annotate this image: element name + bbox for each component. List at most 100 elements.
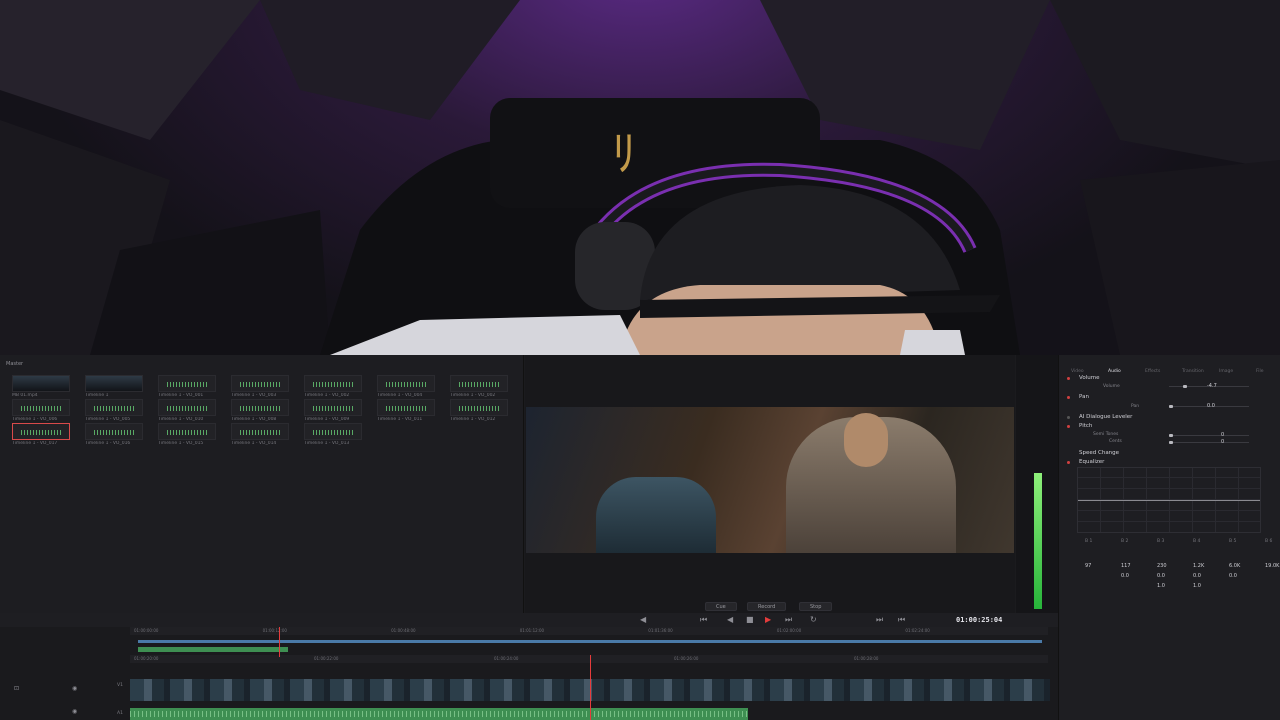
semitones-slider[interactable] bbox=[1169, 434, 1249, 437]
jump-end-icon[interactable]: ⏭ bbox=[785, 615, 792, 625]
clip-label: Timeline 1 - VO_002 bbox=[450, 393, 496, 398]
audio-clip-thumbnail[interactable] bbox=[12, 399, 70, 416]
audio-clip-thumbnail[interactable] bbox=[377, 399, 435, 416]
audio-clip-thumbnail[interactable] bbox=[231, 375, 289, 392]
eq-frequency-value[interactable]: 117 bbox=[1121, 563, 1131, 569]
audio-clip-thumbnail[interactable] bbox=[304, 399, 362, 416]
eq-gain-value[interactable]: 0.0 bbox=[1157, 573, 1165, 579]
ruler-tick-label: 01:00:00:00 bbox=[134, 628, 159, 633]
audio-clip-thumbnail[interactable] bbox=[158, 399, 216, 416]
waveform-icon bbox=[167, 430, 207, 435]
semitones-knob[interactable] bbox=[1169, 434, 1173, 437]
audio-clip-thumbnail[interactable] bbox=[231, 399, 289, 416]
playhead-upper[interactable] bbox=[279, 627, 280, 657]
tab-effects[interactable]: Effects bbox=[1145, 369, 1160, 374]
eq-q-value[interactable]: 1.0 bbox=[1193, 583, 1201, 589]
volume-value[interactable]: -4.7 bbox=[1207, 383, 1217, 389]
equalizer-graph[interactable] bbox=[1077, 467, 1261, 533]
media-pool-title: Master bbox=[6, 361, 24, 367]
audio-waveform bbox=[130, 711, 748, 717]
eq-frequency-value[interactable]: 6.0K bbox=[1229, 563, 1240, 569]
cents-slider[interactable] bbox=[1169, 441, 1249, 444]
tab-file[interactable]: File bbox=[1256, 369, 1264, 374]
eq-gain-value[interactable]: 0.0 bbox=[1193, 573, 1201, 579]
pan-value[interactable]: 0.0 bbox=[1207, 403, 1215, 409]
eq-frequency-value[interactable]: 19.0K bbox=[1265, 563, 1279, 569]
waveform-icon bbox=[167, 382, 207, 387]
clip-label: Timeline 1 - VO_002 bbox=[304, 393, 350, 398]
eq-band-label[interactable]: B 6 bbox=[1265, 539, 1272, 544]
loop-icon[interactable]: ↻ bbox=[810, 615, 817, 624]
eq-band-label[interactable]: B 1 bbox=[1085, 539, 1092, 544]
eq-band-label[interactable]: B 3 bbox=[1157, 539, 1164, 544]
clip-label: Timeline 1 - VO_010 bbox=[158, 417, 204, 422]
lower-ruler[interactable]: 01:00:20:00 01:00:22:00 01:00:24:00 01:00:2… bbox=[130, 655, 1048, 663]
media-pool: Master MB 01.mp4 Timeline 1 Timeline 1 - V… bbox=[0, 355, 524, 613]
audio-clip-thumbnail[interactable] bbox=[304, 423, 362, 440]
dialogue-section-title: AI Dialogue Leveler bbox=[1079, 414, 1133, 420]
eq-frequency-value[interactable]: 1.2K bbox=[1193, 563, 1204, 569]
stop-icon[interactable]: ■ bbox=[746, 615, 754, 624]
eq-band-label[interactable]: B 2 bbox=[1121, 539, 1128, 544]
audio-clip-thumbnail[interactable] bbox=[377, 375, 435, 392]
eq-frequency-value[interactable]: 230 bbox=[1157, 563, 1167, 569]
audio-clip-thumbnail[interactable] bbox=[450, 399, 508, 416]
next-clip-icon[interactable]: ⏭ bbox=[876, 615, 883, 625]
video-clip-thumbnail[interactable] bbox=[12, 375, 70, 392]
playhead[interactable] bbox=[590, 655, 591, 720]
volume-enable-dot[interactable] bbox=[1067, 377, 1070, 380]
viewer-panel: Cue Record Stop bbox=[525, 355, 1015, 613]
audio-clip-thumbnail[interactable] bbox=[85, 423, 143, 440]
audio-clip-thumbnail[interactable] bbox=[158, 375, 216, 392]
eq-band-label[interactable]: B 5 bbox=[1229, 539, 1236, 544]
audio-clip-thumbnail[interactable] bbox=[158, 423, 216, 440]
play-icon[interactable]: ▶ bbox=[765, 615, 771, 624]
track-lock-icon[interactable]: ⊡ bbox=[14, 685, 19, 692]
track-mute-icon[interactable]: ◉ bbox=[72, 685, 77, 692]
tab-transition[interactable]: Transition bbox=[1182, 369, 1204, 374]
clip-label: Timeline 1 - VO_006 bbox=[12, 417, 58, 422]
eq-gain-value[interactable]: 0.0 bbox=[1229, 573, 1237, 579]
tab-video[interactable]: Video bbox=[1071, 369, 1084, 374]
audio-speaker-icon[interactable]: ◉ bbox=[72, 708, 77, 715]
scene-figure-left bbox=[596, 477, 716, 553]
equalizer-enable-dot[interactable] bbox=[1067, 461, 1070, 464]
stop-button[interactable]: Stop bbox=[799, 602, 833, 611]
equalizer-section-title: Equalizer bbox=[1079, 459, 1105, 465]
tab-audio[interactable]: Audio bbox=[1108, 369, 1121, 374]
eq-q-value[interactable]: 1.0 bbox=[1157, 583, 1165, 589]
pan-enable-dot[interactable] bbox=[1067, 396, 1070, 399]
reverse-play-icon[interactable]: ◀ bbox=[727, 615, 733, 624]
pan-knob[interactable] bbox=[1169, 405, 1173, 408]
audio-clip-thumbnail[interactable] bbox=[85, 399, 143, 416]
volume-knob[interactable] bbox=[1183, 385, 1187, 388]
semitones-label: Semi Tones bbox=[1093, 432, 1119, 437]
audio-track-clip[interactable] bbox=[130, 708, 748, 720]
audio-clip-thumbnail[interactable] bbox=[304, 375, 362, 392]
waveform-icon bbox=[459, 382, 499, 387]
waveform-icon bbox=[386, 382, 426, 387]
eq-frequency-value[interactable]: 97 bbox=[1085, 563, 1091, 569]
ruler-tick-label: 01:00:28:00 bbox=[854, 656, 879, 661]
eq-gain-value[interactable]: 0.0 bbox=[1121, 573, 1129, 579]
cue-button[interactable]: Cue bbox=[705, 602, 737, 611]
cents-knob[interactable] bbox=[1169, 441, 1173, 444]
prev-clip-icon[interactable]: ⏮ bbox=[898, 615, 905, 625]
clip-label: Timeline 1 - VO_015 bbox=[158, 441, 204, 446]
pitch-enable-dot[interactable] bbox=[1067, 425, 1070, 428]
jump-start-icon[interactable]: ⏮ bbox=[700, 615, 707, 625]
audio-clip-thumbnail[interactable] bbox=[231, 423, 289, 440]
eq-band-label[interactable]: B 4 bbox=[1193, 539, 1200, 544]
audio-clip-thumbnail[interactable] bbox=[450, 375, 508, 392]
semitones-value[interactable]: 0 bbox=[1221, 432, 1224, 438]
prev-frame-icon[interactable]: ◀ bbox=[640, 615, 646, 624]
tab-image[interactable]: Image bbox=[1219, 369, 1233, 374]
video-clip-thumbnail[interactable] bbox=[85, 375, 143, 392]
clip-label: Timeline 1 - VO_016 bbox=[85, 441, 131, 446]
audio-clip-thumbnail[interactable] bbox=[12, 423, 70, 440]
dialogue-enable-dot[interactable] bbox=[1067, 416, 1070, 419]
record-button[interactable]: Record bbox=[747, 602, 787, 611]
pan-label: Pan bbox=[1131, 404, 1140, 409]
upper-ruler[interactable]: 01:00:00:00 01:00:12:00 01:00:48:00 01:01:1… bbox=[130, 627, 1048, 635]
cents-value[interactable]: 0 bbox=[1221, 439, 1224, 445]
